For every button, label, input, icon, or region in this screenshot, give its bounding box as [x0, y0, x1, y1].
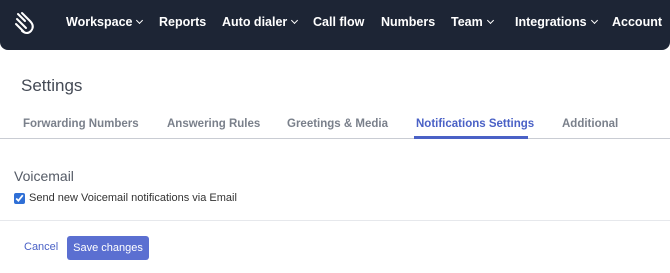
nav-auto-dialer-label: Auto dialer — [222, 15, 288, 29]
nav-workspace[interactable]: Workspace — [66, 0, 144, 44]
nav-account[interactable]: Account — [612, 0, 662, 44]
nav-integrations[interactable]: Integrations — [515, 0, 598, 44]
nav-team-label: Team — [451, 15, 483, 29]
page-title: Settings — [21, 76, 83, 95]
tab-greetings-media[interactable]: Greetings & Media — [287, 118, 388, 130]
top-navigation-bar: Workspace Reports Auto dialer Call flow … — [0, 0, 670, 50]
nav-call-flow[interactable]: Call flow — [313, 0, 364, 44]
nav-auto-dialer[interactable]: Auto dialer — [222, 0, 299, 44]
save-changes-button[interactable]: Save changes — [67, 236, 149, 260]
settings-tabs: Forwarding Numbers Answering Rules Greet… — [0, 108, 670, 139]
nav-call-flow-label: Call flow — [313, 15, 365, 29]
divider — [0, 220, 670, 221]
chevron-down-icon — [136, 16, 144, 25]
hand-logo-icon[interactable] — [12, 10, 40, 38]
voicemail-section-title: Voicemail — [14, 168, 74, 184]
nav-workspace-label: Workspace — [66, 15, 133, 29]
nav-reports[interactable]: Reports — [159, 0, 206, 44]
voicemail-email-checkbox[interactable] — [14, 192, 25, 204]
voicemail-email-checkbox-label: Send new Voicemail notifications via Ema… — [29, 192, 237, 204]
nav-numbers-label: Numbers — [381, 15, 436, 29]
voicemail-email-notification-row[interactable]: Send new Voicemail notifications via Ema… — [14, 192, 237, 204]
chevron-down-icon — [486, 16, 494, 25]
tab-additional[interactable]: Additional — [562, 118, 618, 130]
tab-answering-rules[interactable]: Answering Rules — [167, 118, 260, 130]
nav-integrations-label: Integrations — [515, 15, 587, 29]
tab-notifications-settings[interactable]: Notifications Settings — [416, 118, 534, 130]
active-tab-indicator — [414, 136, 528, 139]
nav-account-label: Account — [612, 15, 662, 29]
chevron-down-icon — [590, 16, 598, 25]
cancel-button[interactable]: Cancel — [24, 241, 58, 253]
chevron-down-icon — [291, 16, 299, 25]
nav-team[interactable]: Team — [451, 0, 494, 44]
nav-numbers[interactable]: Numbers — [381, 0, 435, 44]
tab-forwarding-numbers[interactable]: Forwarding Numbers — [23, 118, 139, 130]
nav-reports-label: Reports — [159, 15, 207, 29]
